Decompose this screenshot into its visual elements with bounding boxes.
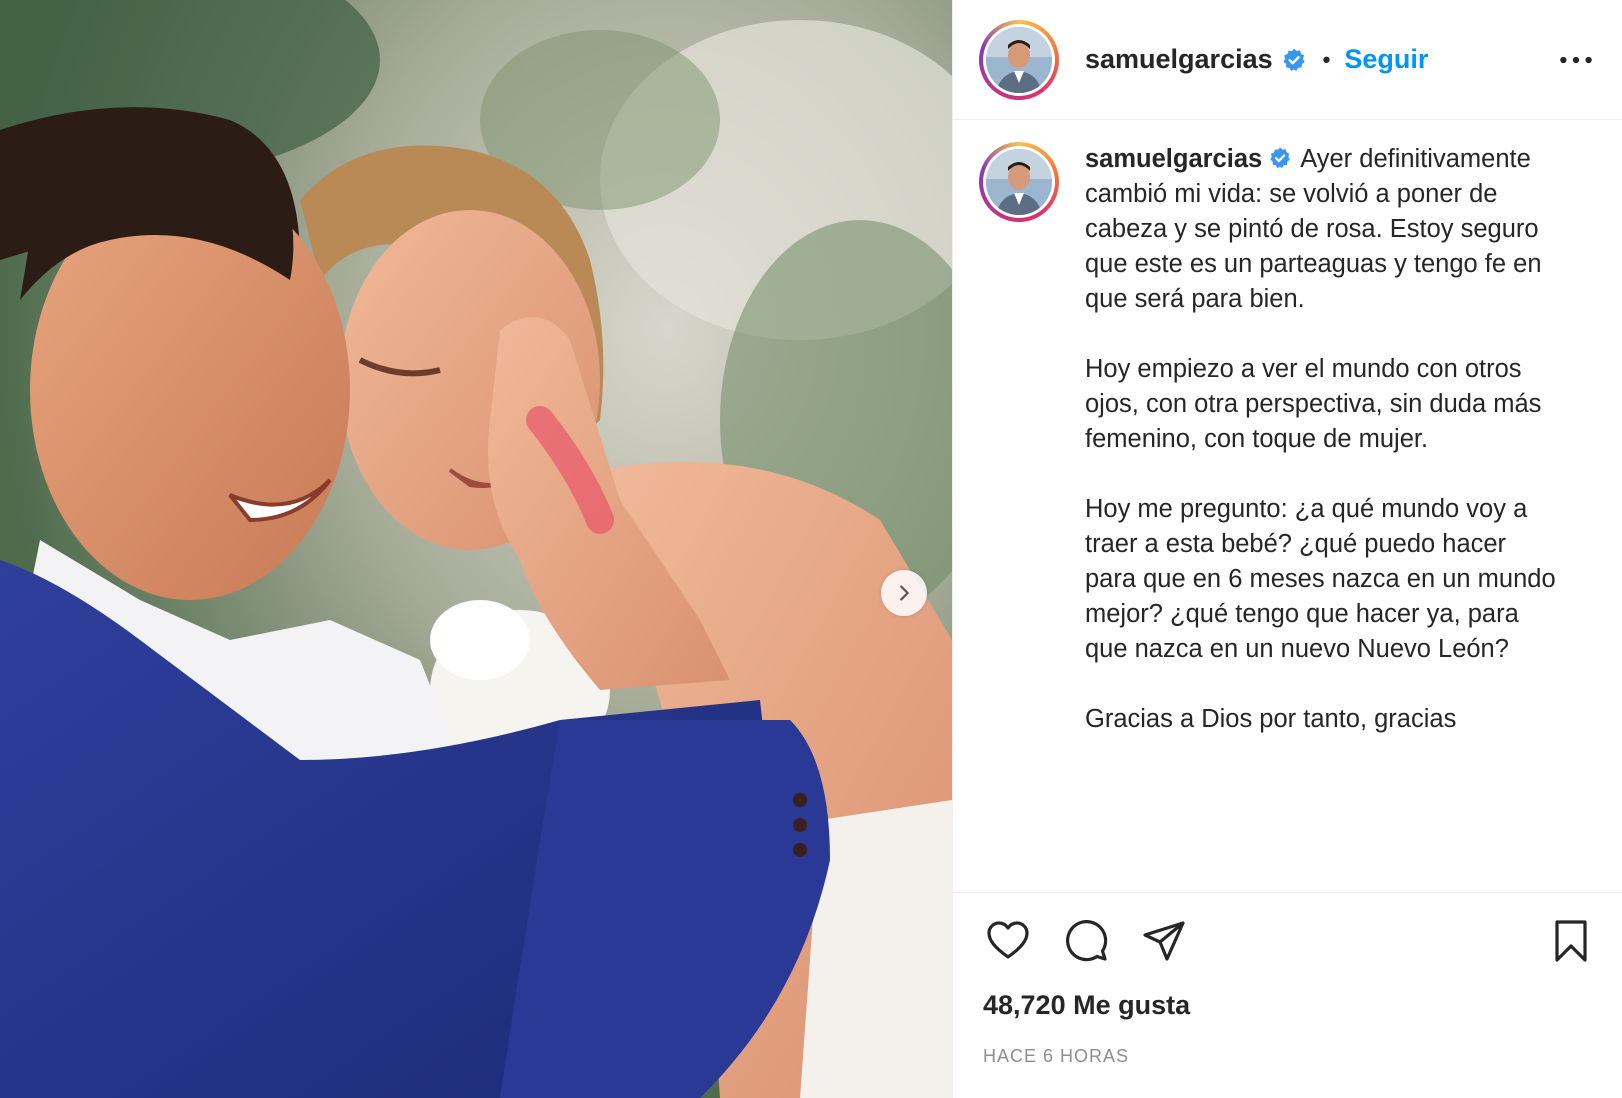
avatar: [986, 149, 1052, 215]
header-avatar-story-ring[interactable]: [979, 19, 1059, 100]
likes-count[interactable]: 48,720 Me gusta: [953, 988, 1622, 1032]
post-header: samuelgarcias • Seguir: [953, 0, 1622, 120]
header-username[interactable]: samuelgarcias • Seguir: [1085, 44, 1428, 75]
share-button[interactable]: [1139, 916, 1189, 966]
post-timestamp[interactable]: HACE 6 HORAS: [953, 1032, 1622, 1098]
couple-photo-illustration: [0, 0, 952, 1098]
chevron-right-icon: [900, 585, 909, 601]
comment-button[interactable]: [1061, 916, 1111, 966]
next-photo-button[interactable]: [881, 570, 927, 616]
post-side-panel: samuelgarcias • Seguir samuelgarcias Aye…: [952, 0, 1622, 1098]
caption-username[interactable]: samuelgarcias: [1085, 145, 1300, 173]
verified-badge-icon: [1283, 48, 1305, 71]
save-button[interactable]: [1546, 916, 1596, 966]
caption-text-block: samuelgarcias Ayer definitivamente cambió…: [1085, 142, 1560, 892]
header-username-text[interactable]: samuelgarcias: [1085, 44, 1273, 75]
heart-icon: [987, 920, 1029, 959]
verified-badge-icon: [1270, 147, 1291, 169]
send-icon: [1143, 920, 1185, 961]
comment-icon: [1066, 919, 1108, 961]
post-actions-bar: [953, 892, 1622, 988]
bookmark-icon: [1555, 919, 1587, 962]
caption-avatar-story-ring[interactable]: [979, 142, 1059, 222]
post-photo[interactable]: [0, 0, 952, 1098]
caption-username-text[interactable]: samuelgarcias: [1085, 145, 1262, 173]
caption-body: Ayer definitivamente cambió mi vida: se …: [1085, 145, 1556, 733]
profile-avatar-image: [986, 149, 1052, 215]
avatar: [986, 26, 1052, 93]
more-options-button[interactable]: [1556, 40, 1596, 80]
follow-button[interactable]: Seguir: [1344, 44, 1428, 75]
profile-avatar-image: [986, 26, 1052, 93]
more-horizontal-icon: [1560, 56, 1592, 63]
caption-area: samuelgarcias Ayer definitivamente cambió…: [953, 120, 1622, 892]
header-separator: •: [1322, 46, 1331, 72]
instagram-post: samuelgarcias • Seguir samuelgarcias Aye…: [0, 0, 1622, 1098]
like-button[interactable]: [983, 916, 1033, 966]
